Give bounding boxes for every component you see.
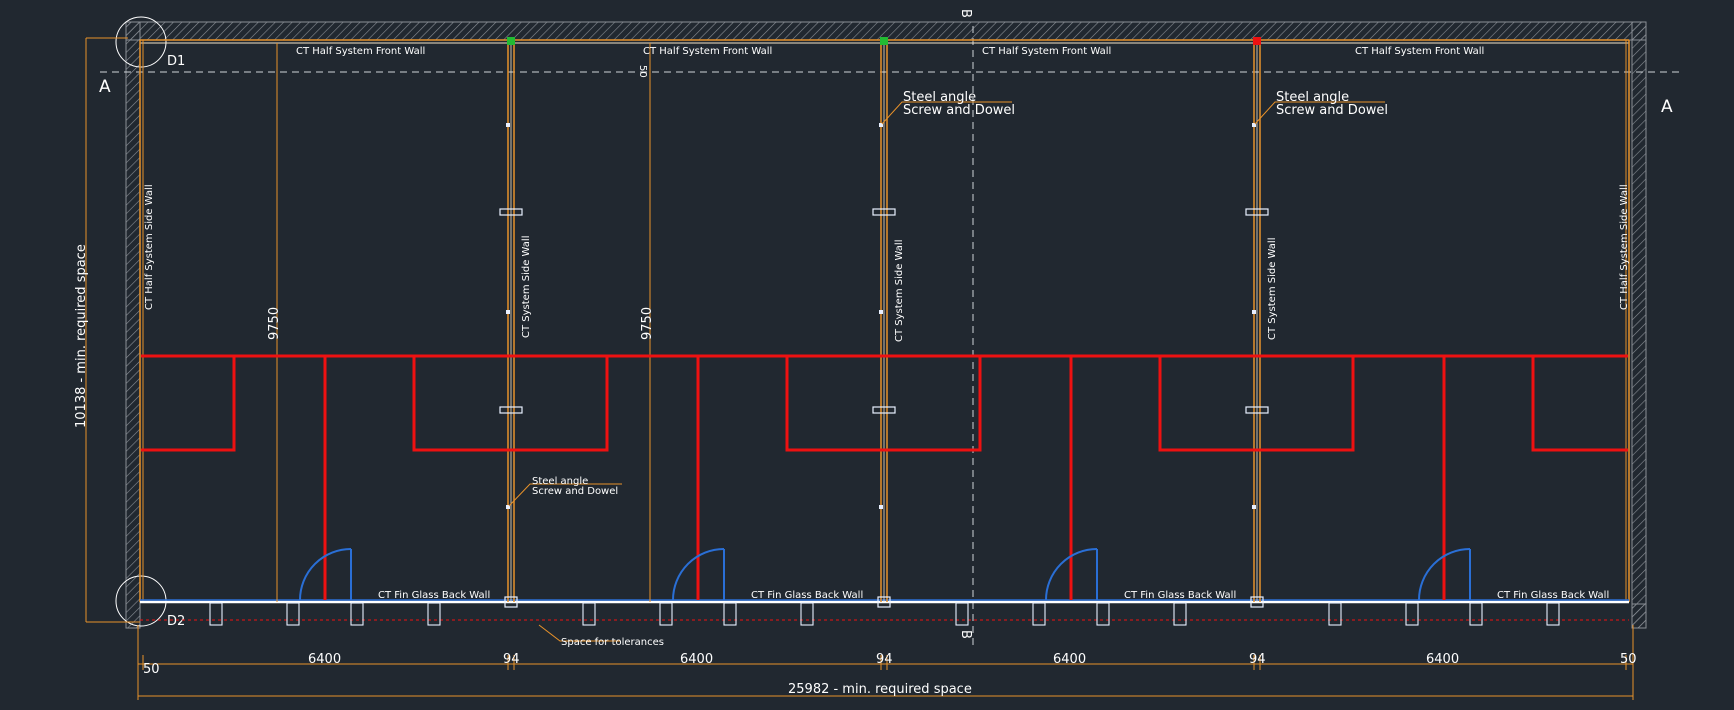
section-a-left-marker: A <box>99 77 111 97</box>
back-wall-label-2: CT Fin Glass Back Wall <box>751 590 863 601</box>
outer-wall-hatching <box>125 21 1647 629</box>
floor-plan-drawing: A A B B D1 D2 9750 9750 50 CT Half Syste… <box>74 9 1680 700</box>
back-wall-label-4: CT Fin Glass Back Wall <box>1497 590 1609 601</box>
front-wall-label-1: CT Half System Front Wall <box>296 46 425 57</box>
side-wall-label-2: CT System Side Wall <box>894 240 905 342</box>
tolerance-label: Space for tolerances <box>561 637 664 648</box>
joint-dim-1: 94 <box>503 652 520 667</box>
side-wall-label-3: CT System Side Wall <box>1267 238 1278 340</box>
screw-dowel-label-1: Screw and Dowel <box>532 486 618 497</box>
depth-dim-label-1: 9750 <box>267 307 282 340</box>
back-wall-label-1: CT Fin Glass Back Wall <box>378 590 490 601</box>
section-a-right-marker: A <box>1661 97 1673 117</box>
joint-dim-3: 94 <box>1249 652 1266 667</box>
side-wall-label-1: CT System Side Wall <box>521 236 532 338</box>
section-b-bottom-marker: B <box>958 630 973 639</box>
detail-label-d2: D2 <box>167 614 185 629</box>
section-b-top-marker: B <box>958 9 973 18</box>
front-wall-label-3: CT Half System Front Wall <box>982 46 1111 57</box>
end-dim-right: 50 <box>1620 652 1637 667</box>
height-dimension-label: 10138 - min. required space <box>74 244 89 428</box>
module-dim-2: 6400 <box>680 652 713 667</box>
internal-side-wall-cores <box>510 40 1258 602</box>
screw-dowel-label-2: Screw and Dowel <box>903 103 1015 118</box>
module-dim-3: 6400 <box>1053 652 1086 667</box>
red-partitions <box>141 354 1628 600</box>
back-wall-label-3: CT Fin Glass Back Wall <box>1124 590 1236 601</box>
screw-dowel-label-3: Screw and Dowel <box>1276 103 1388 118</box>
joint-dim-2: 94 <box>876 652 893 667</box>
half-side-wall-label-left: CT Half System Side Wall <box>144 184 155 310</box>
module-dim-4: 6400 <box>1426 652 1459 667</box>
front-wall-label-2: CT Half System Front Wall <box>643 46 772 57</box>
cross-top-dim-label: 50 <box>637 65 648 78</box>
module-dim-1: 6400 <box>308 652 341 667</box>
width-dimension-label: 25982 - min. required space <box>788 682 972 697</box>
wall-outline <box>139 39 1630 602</box>
front-wall-label-4: CT Half System Front Wall <box>1355 46 1484 57</box>
half-side-wall-label-right: CT Half System Side Wall <box>1619 184 1630 310</box>
detail-label-d1: D1 <box>167 54 185 69</box>
depth-dim-label-2: 9750 <box>640 307 655 340</box>
end-dim-left: 50 <box>143 662 160 677</box>
glass-fins <box>209 602 1560 626</box>
